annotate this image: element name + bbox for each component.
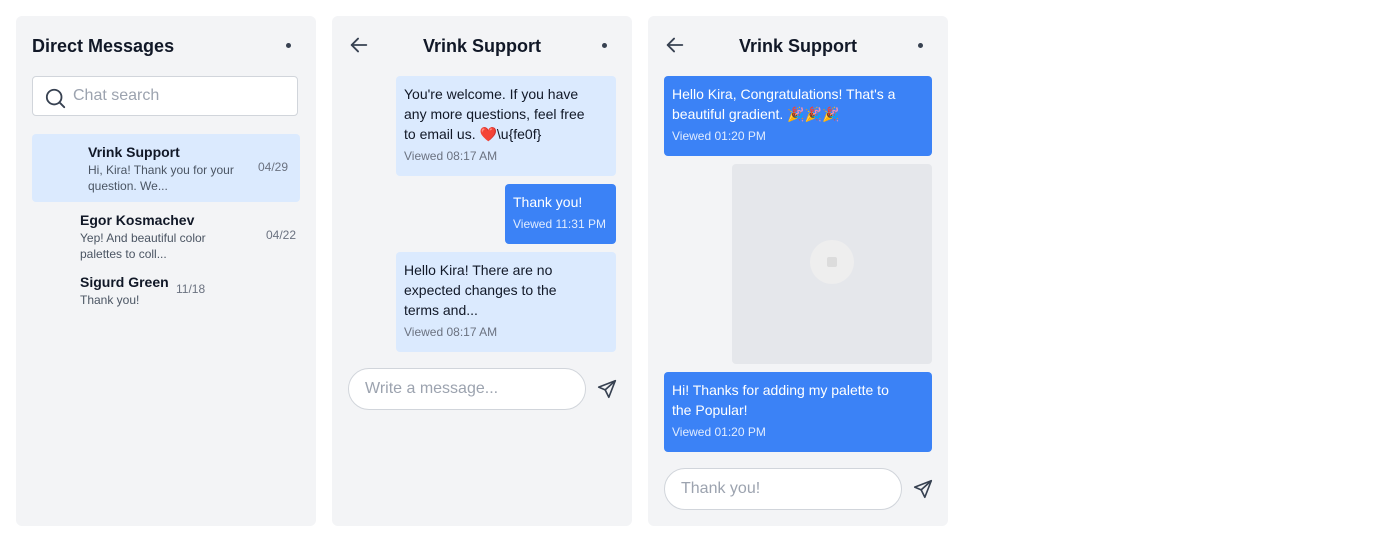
message-status: Viewed 11:31 PM xyxy=(513,217,606,231)
more-dot-icon[interactable] xyxy=(918,43,923,48)
paper-plane-icon[interactable] xyxy=(596,378,618,400)
conversation-preview: Yep! And beautiful color palettes to col… xyxy=(80,230,250,262)
preview-line: Hi, Kira! Thank you for your xyxy=(88,163,234,177)
conversation-preview: Thank you! xyxy=(80,292,180,308)
message-bubble-incoming: Hello Kira! There are no expected change… xyxy=(396,252,616,352)
message-bubble-outgoing: Hello Kira, Congratulations! That's a be… xyxy=(664,76,932,156)
message-bubble-incoming: You're welcome. If you have any more que… xyxy=(396,76,616,176)
panel-title: Direct Messages xyxy=(32,36,175,56)
message-bubble-outgoing: Hi! Thanks for adding my palette to the … xyxy=(664,372,932,452)
message-input[interactable] xyxy=(348,368,586,410)
message-status: Viewed 01:20 PM xyxy=(672,425,766,439)
chat-panel: Vrink Support You're welcome. If you hav… xyxy=(332,16,632,526)
preview-line: question. We... xyxy=(88,179,168,193)
message-text: expected changes to the xyxy=(404,282,557,298)
direct-messages-panel: Direct Messages Vrink Support Hi, Kira! … xyxy=(16,16,316,526)
message-status: Viewed 08:17 AM xyxy=(404,325,498,339)
loading-spinner-icon xyxy=(810,240,854,284)
message-text: terms and... xyxy=(404,302,478,318)
chat-panel: Vrink Support Hello Kira, Congratulation… xyxy=(648,16,948,526)
conversation-item-egor-kosmachev[interactable]: Egor Kosmachev Yep! And beautiful color … xyxy=(32,206,300,264)
more-dot-icon[interactable] xyxy=(602,43,607,48)
message-text: any more questions, feel free xyxy=(404,106,585,122)
conversation-name: Sigurd Green xyxy=(80,274,169,290)
chat-title: Vrink Support xyxy=(422,36,541,56)
message-text: to email us. ❤️\u{fe0f} xyxy=(404,126,542,142)
message-text: beautiful gradient. 🎉🎉🎉 xyxy=(672,106,840,122)
message-status: Viewed 08:17 AM xyxy=(404,149,498,163)
conversation-date: 04/29 xyxy=(258,160,289,174)
conversation-date: 11/18 xyxy=(176,282,206,296)
conversation-date: 04/22 xyxy=(266,228,297,242)
search-icon xyxy=(45,88,66,109)
message-bubble-outgoing: Thank you! Viewed 11:31 PM xyxy=(505,184,616,244)
message-input[interactable] xyxy=(664,468,902,510)
paper-plane-icon[interactable] xyxy=(912,478,934,500)
more-dot-icon[interactable] xyxy=(286,43,291,48)
image-icon xyxy=(827,257,837,267)
preview-line: Yep! And beautiful color xyxy=(80,231,206,245)
message-text: Hello Kira, Congratulations! That's a xyxy=(672,86,896,102)
conversation-name: Egor Kosmachev xyxy=(80,212,195,228)
message-text: Hello Kira! There are no xyxy=(404,262,553,278)
chat-title: Vrink Support xyxy=(738,36,857,56)
image-attachment[interactable] xyxy=(732,164,932,364)
message-status: Viewed 01:20 PM xyxy=(672,129,766,143)
message-text: Hi! Thanks for adding my palette to xyxy=(672,382,889,398)
message-text: You're welcome. If you have xyxy=(404,86,579,102)
conversation-name: Vrink Support xyxy=(88,144,180,160)
message-text: the Popular! xyxy=(672,402,748,418)
preview-line: palettes to coll... xyxy=(80,247,167,261)
conversation-item-sigurd-green[interactable]: Sigurd Green Thank you! 11/18 xyxy=(32,268,300,310)
message-text: Thank you! xyxy=(513,194,583,210)
preview-line: Thank you! xyxy=(80,293,140,307)
search-box xyxy=(32,76,298,116)
conversation-item-vrink-support[interactable]: Vrink Support Hi, Kira! Thank you for yo… xyxy=(32,134,300,202)
conversation-preview: Hi, Kira! Thank you for your question. W… xyxy=(88,162,248,194)
search-input[interactable] xyxy=(73,77,293,115)
